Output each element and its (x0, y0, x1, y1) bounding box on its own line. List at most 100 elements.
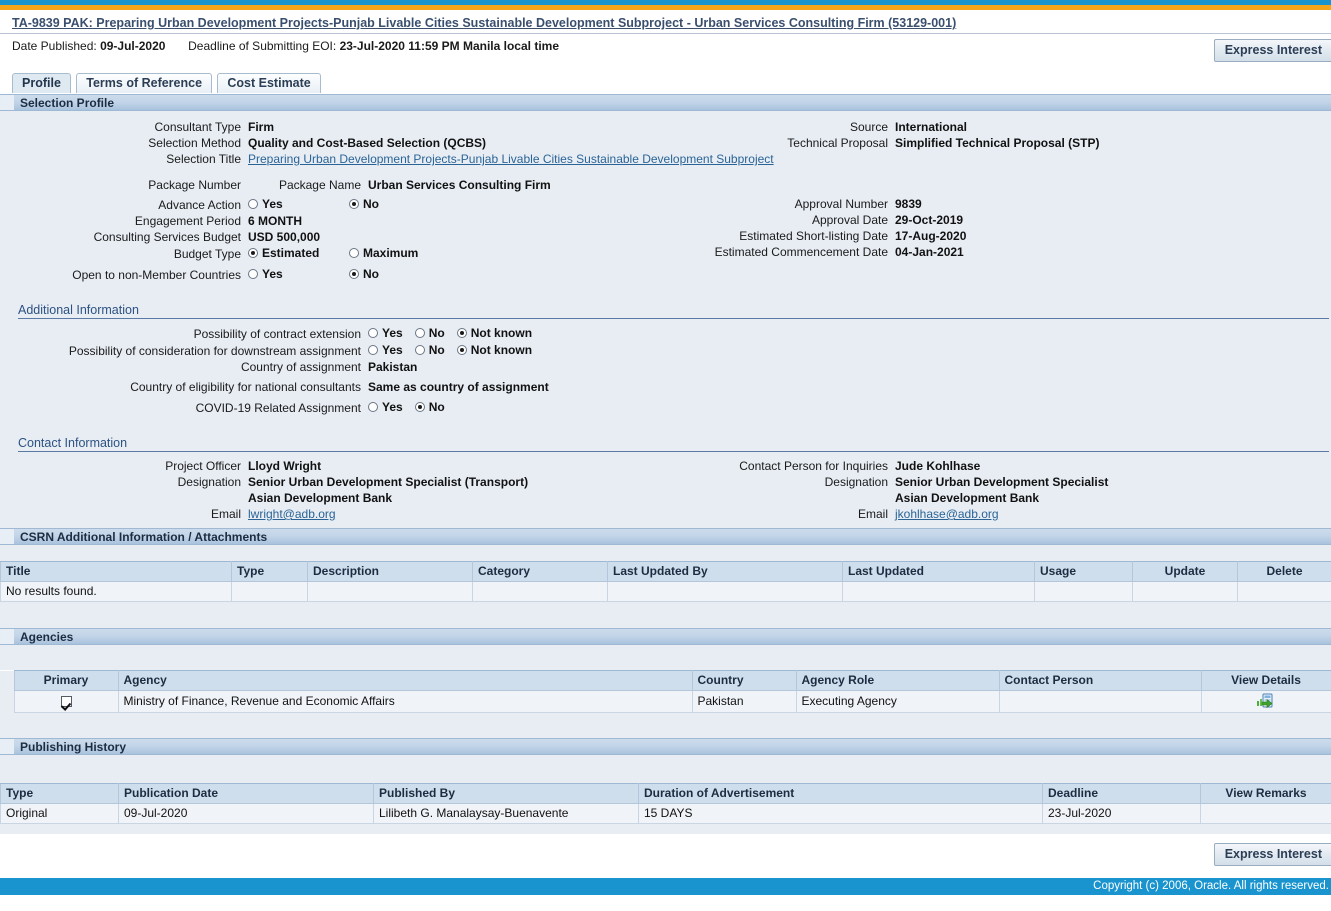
contact-person-label: Contact Person for Inquiries (739, 459, 888, 473)
radio-icon (349, 269, 359, 279)
downstream-notknown-option[interactable]: Not known (456, 342, 532, 358)
csrn-col-description[interactable]: Description (307, 561, 473, 582)
agencies-col-view-details[interactable]: View Details (1200, 670, 1331, 691)
csrn-col-delete[interactable]: Delete (1237, 561, 1331, 582)
shortlisting-date-value: 17-Aug-2020 (895, 229, 967, 243)
open-nonmember-label: Open to non-Member Countries (72, 268, 241, 282)
contract-extension-yes-label: Yes (382, 326, 403, 340)
budget-type-maximum-option[interactable]: Maximum (349, 245, 418, 261)
publishing-history-spacer (0, 755, 1331, 783)
contract-extension-notknown-label: Not known (470, 326, 533, 340)
contract-extension-notknown-option[interactable]: Not known (456, 325, 533, 341)
technical-proposal-value: Simplified Technical Proposal (STP) (895, 136, 1100, 150)
field-engagement-period: Engagement Period 6 MONTH (0, 213, 665, 229)
agencies-cell-agency-role: Executing Agency (795, 690, 1000, 713)
agencies-col-agency[interactable]: Agency (117, 670, 693, 691)
engagement-period-label: Engagement Period (134, 214, 241, 228)
express-interest-button-top[interactable]: Express Interest (1213, 39, 1331, 62)
selection-title-label: Selection Title (166, 152, 241, 166)
covid-yes-option[interactable]: Yes (368, 399, 403, 415)
covid-no-option[interactable]: No (414, 399, 445, 415)
deadline-value: 23-Jul-2020 11:59 PM Manila local time (339, 39, 559, 53)
ph-col-published-by[interactable]: Published By (373, 783, 639, 804)
ph-cell-publication-date: 09-Jul-2020 (118, 803, 374, 824)
downstream-no-label: No (428, 343, 445, 357)
field-shortlisting-date: Estimated Short-listing Date 17-Aug-2020 (665, 228, 1331, 244)
field-budget-type: Budget Type Estimated Maximum (0, 245, 665, 262)
advance-action-no-option[interactable]: No (349, 196, 379, 212)
ph-col-view-remarks[interactable]: View Remarks (1200, 783, 1331, 804)
budget-type-label: Budget Type (173, 247, 241, 261)
agencies-cell-view-details[interactable] (1200, 690, 1331, 713)
footer-area: Express Interest (0, 834, 1331, 878)
csrn-col-usage[interactable]: Usage (1034, 561, 1133, 582)
ph-col-deadline[interactable]: Deadline (1042, 783, 1201, 804)
officer-email-link[interactable]: lwright@adb.org (248, 506, 336, 522)
agencies-col-contact-person[interactable]: Contact Person (998, 670, 1202, 691)
contact-organization-value: Asian Development Bank (895, 491, 1040, 505)
approval-date-value: 29-Oct-2019 (895, 213, 964, 227)
field-country-eligibility: Country of eligibility for national cons… (0, 379, 1331, 395)
contract-extension-no-option[interactable]: No (414, 325, 445, 341)
csrn-table: Title Type Description Category Last Upd… (0, 561, 1331, 602)
approval-number-label: Approval Number (794, 197, 888, 211)
csrn-empty-message: No results found. (0, 581, 232, 602)
approval-number-value: 9839 (895, 197, 922, 211)
view-details-icon[interactable] (1257, 693, 1275, 709)
agencies-col-country[interactable]: Country (691, 670, 797, 691)
consulting-budget-label: Consulting Services Budget (93, 230, 241, 244)
csrn-spacer (0, 545, 1331, 561)
agencies-table: Primary Agency Country Agency Role Conta… (0, 670, 1331, 713)
selection-profile-panel: Consultant Type Firm Selection Method Qu… (0, 111, 1331, 528)
advance-action-yes-option[interactable]: Yes (248, 196, 345, 212)
field-consulting-budget: Consulting Services Budget USD 500,000 (0, 229, 665, 245)
ph-cell-published-by: Lilibeth G. Manalaysay-Buenavente (373, 803, 639, 824)
field-approval-date: Approval Date 29-Oct-2019 (665, 212, 1331, 228)
country-assignment-value: Pakistan (368, 360, 418, 374)
contract-extension-no-label: No (428, 326, 445, 340)
field-contract-extension: Possibility of contract extension Yes No… (0, 325, 1331, 342)
project-officer-label: Project Officer (165, 459, 241, 473)
tab-terms-of-reference[interactable]: Terms of Reference (76, 73, 213, 93)
csrn-col-last-updated-by[interactable]: Last Updated By (607, 561, 843, 582)
selection-method-value: Quality and Cost-Based Selection (QCBS) (248, 136, 487, 150)
express-interest-button-bottom[interactable]: Express Interest (1213, 843, 1331, 866)
csrn-empty-row: No results found. (0, 581, 1331, 602)
section-title-selection-profile: Selection Profile (20, 96, 115, 110)
tab-cost-estimate[interactable]: Cost Estimate (217, 73, 321, 93)
downstream-yes-option[interactable]: Yes (368, 342, 403, 358)
csrn-col-update[interactable]: Update (1132, 561, 1238, 582)
downstream-no-option[interactable]: No (414, 342, 445, 358)
covid-label: COVID-19 Related Assignment (195, 401, 361, 415)
ph-col-type[interactable]: Type (0, 783, 119, 804)
officer-organization-value: Asian Development Bank (248, 491, 393, 505)
csrn-col-category[interactable]: Category (472, 561, 608, 582)
contact-email-link[interactable]: jkohlhase@adb.org (895, 506, 999, 522)
copyright-bar: Copyright (c) 2006, Oracle. All rights r… (0, 878, 1331, 895)
ph-col-duration[interactable]: Duration of Advertisement (638, 783, 1043, 804)
ph-col-publication-date[interactable]: Publication Date (118, 783, 374, 804)
contract-extension-yes-option[interactable]: Yes (368, 325, 403, 341)
field-officer-designation: Designation Senior Urban Development Spe… (0, 474, 665, 490)
agencies-cell-primary[interactable] (13, 690, 119, 713)
agencies-cell-contact-person (998, 690, 1202, 713)
radio-icon (456, 345, 467, 355)
publishing-history-table: Type Publication Date Published By Durat… (0, 783, 1331, 824)
budget-type-estimated-option[interactable]: Estimated (248, 245, 345, 261)
csrn-col-type[interactable]: Type (231, 561, 308, 582)
field-selection-title: Selection Title Preparing Urban Developm… (0, 151, 773, 167)
tab-profile[interactable]: Profile (12, 73, 71, 93)
open-nonmember-no-option[interactable]: No (349, 266, 379, 282)
consultant-type-value: Firm (248, 120, 275, 134)
field-technical-proposal: Technical Proposal Simplified Technical … (665, 135, 1331, 151)
csrn-col-title[interactable]: Title (0, 561, 232, 582)
agencies-col-agency-role[interactable]: Agency Role (795, 670, 1000, 691)
agencies-col-primary[interactable]: Primary (13, 670, 119, 691)
open-nonmember-yes-option[interactable]: Yes (248, 266, 345, 282)
country-eligibility-value: Same as country of assignment (368, 380, 549, 394)
csrn-col-last-updated[interactable]: Last Updated (842, 561, 1035, 582)
package-number-label: Package Number (148, 178, 241, 192)
primary-checkbox[interactable] (60, 696, 72, 708)
officer-designation-label: Designation (177, 475, 241, 489)
downstream-label: Possibility of consideration for downstr… (68, 344, 361, 358)
